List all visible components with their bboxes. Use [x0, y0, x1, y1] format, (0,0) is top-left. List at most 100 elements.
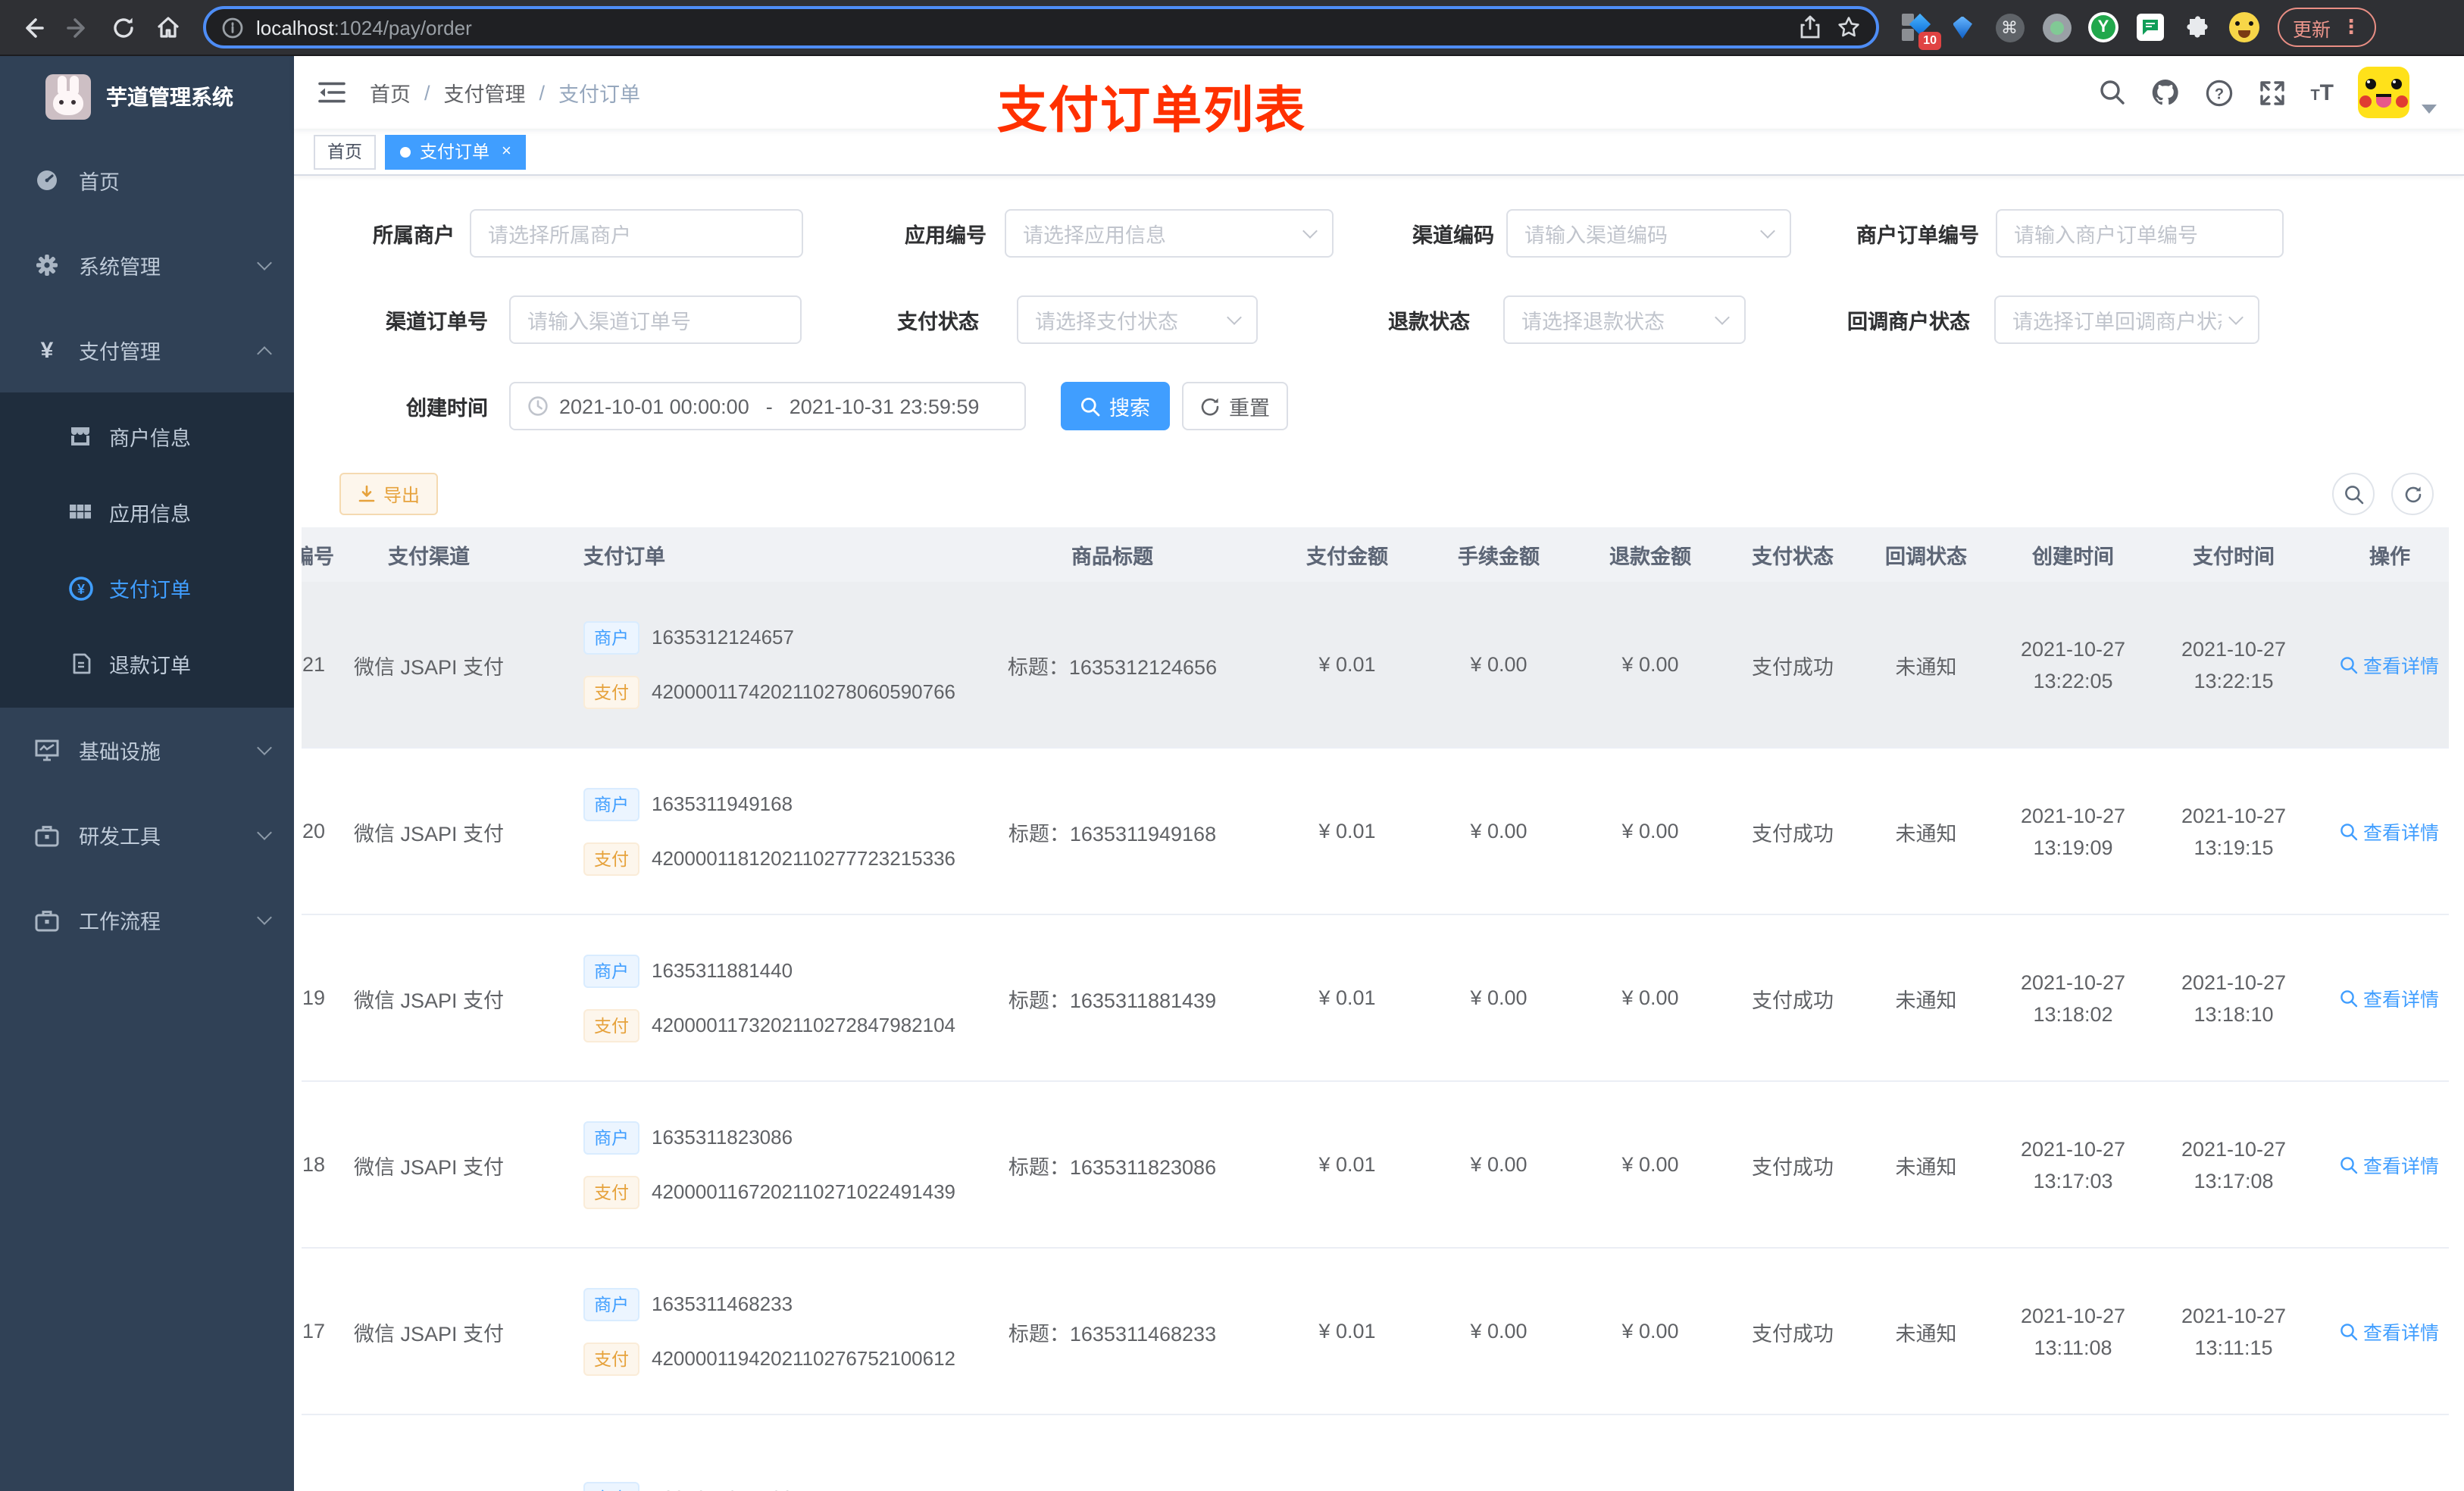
- browser-menu-icon[interactable]: ⋮: [2341, 15, 2361, 39]
- breadcrumb-home[interactable]: 首页: [370, 77, 411, 108]
- reset-button[interactable]: 重置: [1182, 382, 1288, 430]
- view-detail-link[interactable]: 查看详情: [2340, 817, 2439, 846]
- avatar-dropdown-caret[interactable]: [2422, 105, 2437, 114]
- extensions-puzzle-icon[interactable]: [2182, 12, 2212, 42]
- sidebar-item-merchant-info[interactable]: 商户信息: [0, 399, 294, 474]
- notify-status-select[interactable]: 请选择订单回调商户状态: [1994, 295, 2259, 344]
- browser-update-button[interactable]: 更新 ⋮: [2278, 8, 2377, 47]
- grid-icon: [67, 500, 94, 524]
- merchant-order-no-input[interactable]: 请输入商户订单编号: [1996, 209, 2284, 258]
- dashboard-icon: [33, 168, 61, 192]
- table-row: 19 微信 JSAPI 支付 商户 1635311881440 支付 4200001…: [302, 915, 2449, 1082]
- extension-command-icon[interactable]: ⌘: [1994, 12, 2025, 42]
- view-detail-link[interactable]: 查看详情: [2340, 983, 2439, 1012]
- search-icon[interactable]: [2098, 79, 2125, 106]
- extension-chat-icon[interactable]: [2135, 12, 2165, 42]
- table-header: 编号 支付渠道 支付订单 商品标题 支付金额 手续金额 退款金额 支付状态 回调…: [302, 527, 2449, 582]
- refresh-button[interactable]: [2391, 473, 2434, 515]
- extension-gem-icon[interactable]: [1947, 12, 1978, 42]
- pay-tag: 支付: [583, 1008, 639, 1042]
- monitor-chart-icon: [33, 739, 61, 761]
- fullscreen-icon[interactable]: [2257, 78, 2286, 107]
- chevron-down-icon: [257, 740, 272, 755]
- sidebar-item-refund-order[interactable]: 退款订单: [0, 626, 294, 702]
- search-button[interactable]: 搜索: [1061, 382, 1170, 430]
- gear-icon: [33, 253, 61, 277]
- active-dot: [400, 146, 411, 157]
- view-detail-link[interactable]: 查看详情: [2340, 650, 2439, 679]
- merchant-input[interactable]: 请选择所属商户: [470, 209, 803, 258]
- page-content: 所属商户 请选择所属商户 应用编号 请选择应用信息 渠道编码 请输入渠道编码 商…: [294, 176, 2464, 1491]
- share-icon[interactable]: [1799, 15, 1821, 39]
- export-button[interactable]: 导出: [339, 473, 439, 515]
- browser-back-button[interactable]: [9, 5, 55, 50]
- date-start: 2021-10-01 00:00:00: [559, 395, 749, 417]
- bookmark-star-icon[interactable]: [1837, 15, 1861, 39]
- channel-code-select[interactable]: 请输入渠道编码: [1506, 209, 1791, 258]
- yen-circle-icon: ¥: [67, 575, 94, 601]
- chevron-up-icon: [257, 345, 272, 361]
- filter-row-2: 渠道订单号 请输入渠道订单号 支付状态 请选择支付状态 退款状态 请选择退款状态…: [339, 295, 2434, 344]
- sidebar-item-app-info[interactable]: 应用信息: [0, 474, 294, 550]
- extension-recorder-icon[interactable]: [2041, 12, 2072, 42]
- user-avatar[interactable]: [2358, 67, 2409, 118]
- briefcase-icon: [33, 824, 61, 846]
- svg-text:?: ?: [2214, 85, 2223, 102]
- table-row: 17 微信 JSAPI 支付 商户 1635311468233 支付 4200001…: [302, 1249, 2449, 1415]
- pay-tag: 支付: [583, 1342, 639, 1375]
- date-end: 2021-10-31 23:59:59: [789, 395, 980, 417]
- view-detail-link[interactable]: 查看详情: [2340, 1150, 2439, 1179]
- site-info-icon[interactable]: [221, 16, 244, 39]
- sidebar-item-home[interactable]: 首页: [0, 138, 294, 223]
- breadcrumb-payment[interactable]: 支付管理: [444, 77, 526, 108]
- top-navbar: 首页 / 支付管理 / 支付订单 支付订单列表 ? TT: [294, 56, 2464, 138]
- breadcrumb-pay-order: 支付订单: [558, 83, 641, 106]
- sidebar-item-workflow[interactable]: 工作流程: [0, 877, 294, 962]
- orders-table: 编号 支付渠道 支付订单 商品标题 支付金额 手续金额 退款金额 支付状态 回调…: [302, 527, 2449, 1491]
- sidebar: 芋道管理系统 首页 系统管理 ¥ 支付管理 商户信息 应用信息 ¥ 支付订单 退…: [0, 56, 294, 1491]
- chevron-down-icon: [257, 910, 272, 925]
- screen: localhost:1024/pay/order 10 ⌘ Y 更新 ⋮ 芋道管…: [0, 0, 2464, 1491]
- extension-tabs-icon[interactable]: 10: [1900, 12, 1941, 50]
- app-select[interactable]: 请选择应用信息: [1005, 209, 1334, 258]
- chevron-down-icon: [1302, 223, 1318, 238]
- sidebar-item-pay-order[interactable]: ¥ 支付订单: [0, 550, 294, 626]
- document-icon: [67, 652, 94, 676]
- browser-reload-button[interactable]: [100, 5, 145, 50]
- merchant-tag: 商户: [583, 787, 639, 821]
- sidebar-item-payment[interactable]: ¥ 支付管理: [0, 308, 294, 392]
- clock-icon: [527, 395, 549, 417]
- font-size-icon[interactable]: TT: [2310, 80, 2334, 105]
- show-search-toggle-button[interactable]: [2332, 473, 2375, 515]
- close-icon[interactable]: ×: [502, 142, 511, 161]
- github-icon[interactable]: [2150, 77, 2180, 108]
- tags-view-bar: 首页 支付订单 ×: [294, 129, 2464, 176]
- sidebar-item-dev-tools[interactable]: 研发工具: [0, 792, 294, 877]
- sidebar-item-infrastructure[interactable]: 基础设施: [0, 708, 294, 792]
- browser-toolbar: localhost:1024/pay/order 10 ⌘ Y 更新 ⋮: [0, 0, 2464, 56]
- view-detail-link[interactable]: 查看详情: [2340, 1317, 2439, 1346]
- address-bar[interactable]: localhost:1024/pay/order: [203, 6, 1879, 48]
- sidebar-item-system[interactable]: 系统管理: [0, 223, 294, 308]
- help-icon[interactable]: ?: [2204, 78, 2233, 107]
- channel-order-no-input[interactable]: 请输入渠道订单号: [509, 295, 802, 344]
- pay-status-select[interactable]: 请选择支付状态: [1017, 295, 1258, 344]
- merchant-tag: 商户: [583, 1481, 639, 1491]
- merchant-tag: 商户: [583, 1287, 639, 1321]
- tag-pay-order[interactable]: 支付订单 ×: [385, 134, 527, 169]
- extension-vue-devtools-icon[interactable]: Y: [2088, 12, 2118, 42]
- hamburger-icon[interactable]: [318, 80, 346, 105]
- svg-text:¥: ¥: [77, 581, 84, 596]
- refund-status-select[interactable]: 请选择退款状态: [1503, 295, 1746, 344]
- profile-avatar-icon[interactable]: [2229, 12, 2259, 42]
- table-row: 21 微信 JSAPI 支付 商户 1635312124657 支付 4200001…: [302, 582, 2449, 749]
- page-annotation-title: 支付订单列表: [997, 82, 1306, 138]
- yen-icon: ¥: [40, 337, 54, 363]
- shop-icon: [67, 424, 94, 449]
- tag-home[interactable]: 首页: [314, 134, 376, 169]
- browser-home-button[interactable]: [145, 5, 191, 50]
- chevron-down-icon: [1227, 309, 1242, 324]
- create-time-range-input[interactable]: 2021-10-01 00:00:00 - 2021-10-31 23:59:5…: [509, 382, 1026, 430]
- chevron-down-icon: [257, 255, 272, 270]
- browser-forward-button[interactable]: [55, 5, 100, 50]
